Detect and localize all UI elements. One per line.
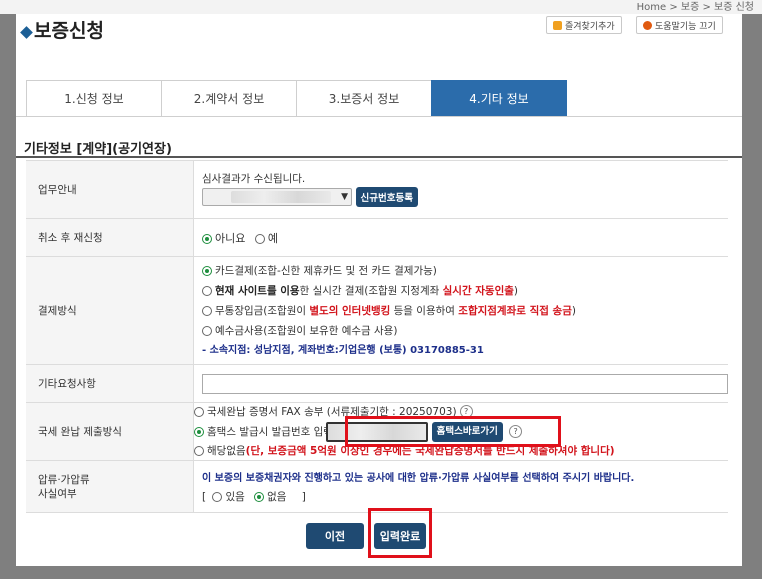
- section-title: 기타정보 [계약](공기연장): [24, 142, 172, 157]
- tax-label: 국세 완납 제출방식: [26, 402, 194, 461]
- chevron-down-icon: ▼: [341, 191, 348, 202]
- redacted-select-value: [231, 190, 332, 203]
- payment-option-card: 카드결제(조합-신한 제휴카드 및 전 카드 결제가능): [202, 261, 728, 281]
- form-row-payment: 결제방식 카드결제(조합-신한 제휴카드 및 전 카드 결제가능) 현재 사이트…: [26, 256, 728, 365]
- tab-divider: [16, 116, 742, 117]
- new-number-button[interactable]: 신규번호등록: [355, 186, 418, 207]
- payment-label: 결제방식: [26, 256, 194, 365]
- form-row-other-request: 기타요청사항: [26, 364, 728, 403]
- seizure-notice: 이 보증의 보증채권자와 진행하고 있는 공사에 대한 압류·가압류 사실여부를…: [202, 472, 635, 484]
- highlight-box-submit: [368, 508, 432, 558]
- help-toggle-button[interactable]: 도움말기능 끄기: [636, 16, 723, 34]
- payment-deposit-radio[interactable]: [202, 325, 212, 336]
- payment-card-radio[interactable]: [202, 265, 212, 276]
- prev-button[interactable]: 이전: [306, 523, 364, 549]
- reapply-yes-radio[interactable]: [254, 233, 265, 244]
- seizure-options: [ 있음 없음 ]: [202, 490, 306, 503]
- other-request-label: 기타요청사항: [26, 364, 194, 403]
- tax-fax-radio[interactable]: [194, 406, 204, 417]
- tab-other-info[interactable]: 4.기타 정보: [431, 80, 567, 116]
- tab-contract-info[interactable]: 2.계약서 정보: [161, 80, 297, 116]
- form-row-reapply: 취소 후 재신청 아니요 예: [26, 218, 728, 257]
- payment-option-realtime: 현재 사이트를 이용한 실시간 결제(조합원 지정계좌 실시간 자동인출): [202, 281, 728, 301]
- work-guide-label: 업무안내: [26, 160, 194, 219]
- tax-hometax-radio[interactable]: [194, 426, 204, 437]
- seizure-label: 압류·가압류 사실여부: [26, 460, 194, 513]
- branch-account-info: - 소속지점: 성남지점, 계좌번호:기업은행 (보통) 03170885-31: [202, 344, 484, 356]
- help-icon: [643, 20, 652, 30]
- bookmark-button[interactable]: 즐겨찾기추가: [546, 16, 622, 34]
- bookmark-icon: [553, 20, 562, 30]
- form-row-work-guide: 업무안내 심사결과가 수신됩니다. ▼ 신규번호등록: [26, 160, 728, 219]
- background-page: Home > 보증 > 보증 신청: [0, 0, 762, 14]
- seizure-no-radio[interactable]: [254, 491, 265, 502]
- reapply-yes-label: 예: [267, 231, 278, 245]
- payment-realtime-radio[interactable]: [202, 285, 212, 296]
- work-guide-message: 심사결과가 수신됩니다.: [202, 172, 306, 185]
- tab-guarantee-info[interactable]: 3.보증서 정보: [296, 80, 432, 116]
- payment-transfer-radio[interactable]: [202, 305, 212, 316]
- title-diamond-icon: [20, 26, 33, 39]
- highlight-box-hometax: [345, 416, 561, 447]
- background-breadcrumb: Home > 보증 > 보증 신청: [636, 2, 754, 13]
- tax-none-radio[interactable]: [194, 445, 204, 456]
- work-guide-select[interactable]: ▼: [202, 187, 352, 206]
- reapply-label: 취소 후 재신청: [26, 218, 194, 257]
- reapply-no-label: 아니요: [215, 231, 246, 245]
- payment-option-transfer: 무통장입금(조합원이 별도의 인터넷뱅킹 등을 이용하여 조합지점계좌로 직접 …: [202, 301, 728, 321]
- guarantee-application-modal: 보증신청 즐겨찾기추가 도움말기능 끄기 1.신청 정보 2.계약서 정보 3.…: [16, 14, 742, 566]
- other-info-form: 업무안내 심사결과가 수신됩니다. ▼ 신규번호등록 취소 후 재신청 아니요 …: [26, 160, 728, 513]
- step-tabs: 1.신청 정보 2.계약서 정보 3.보증서 정보 4.기타 정보: [26, 80, 567, 116]
- seizure-yes-radio[interactable]: [212, 491, 223, 502]
- form-row-seizure: 압류·가압류 사실여부 이 보증의 보증채권자와 진행하고 있는 공사에 대한 …: [26, 460, 728, 513]
- page-title: 보증신청: [34, 20, 104, 42]
- tab-application-info[interactable]: 1.신청 정보: [26, 80, 162, 116]
- payment-option-deposit: 예수금사용(조합원이 보유한 예수금 사용): [202, 321, 728, 341]
- section-divider: [16, 156, 742, 158]
- reapply-no-radio[interactable]: [202, 233, 212, 244]
- other-request-input[interactable]: [202, 373, 728, 394]
